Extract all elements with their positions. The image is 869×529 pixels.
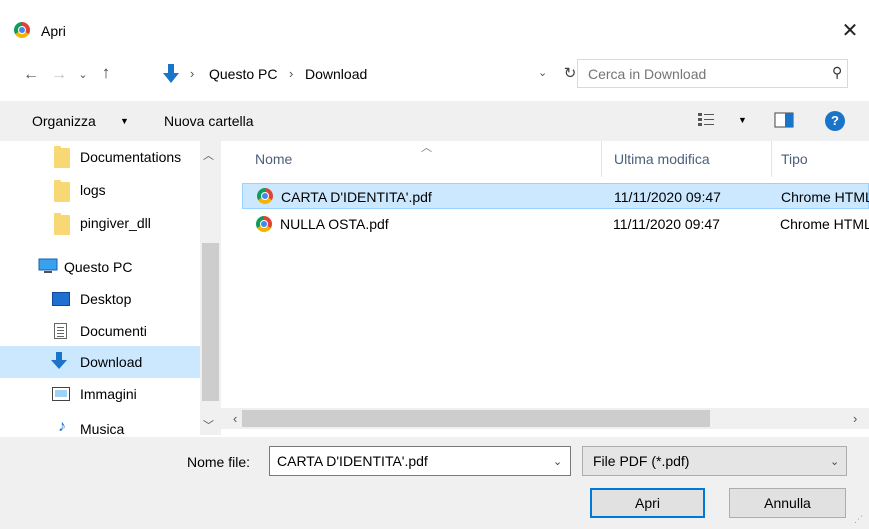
column-header-name[interactable]: Nome <box>255 150 292 168</box>
music-icon: ♪ <box>58 418 66 435</box>
forward-button[interactable]: → <box>48 65 70 85</box>
caret-down-icon: ▼ <box>120 116 129 126</box>
recent-locations-button[interactable]: ⌄ <box>75 65 91 85</box>
up-button[interactable]: ↑ <box>96 63 116 85</box>
sidebar-item-label: Musica <box>80 421 125 437</box>
filename-input[interactable] <box>277 452 537 470</box>
desktop-icon <box>52 292 70 306</box>
search-icon[interactable]: ⚲ <box>832 64 848 82</box>
chevron-right-icon[interactable]: › <box>853 411 857 426</box>
file-row[interactable]: CARTA D'IDENTITA'.pdf 11/11/2020 09:47 C… <box>242 183 869 209</box>
column-divider[interactable] <box>771 141 772 177</box>
close-button[interactable]: ✕ <box>836 18 864 44</box>
computer-icon <box>38 258 58 273</box>
file-name: NULLA OSTA.pdf <box>280 216 389 232</box>
sidebar-item-label: logs <box>80 182 106 198</box>
back-button[interactable]: ← <box>20 65 42 85</box>
sidebar-item-desktop[interactable]: Desktop <box>0 283 200 315</box>
chrome-pdf-icon <box>256 216 272 232</box>
folder-icon <box>54 213 70 235</box>
sidebar-item-label: Questo PC <box>64 259 133 275</box>
caret-down-icon[interactable]: ▼ <box>738 115 747 125</box>
file-name: CARTA D'IDENTITA'.pdf <box>281 189 432 205</box>
chevron-down-icon[interactable]: ⌄ <box>830 455 839 468</box>
breadcrumb-download[interactable]: Download <box>305 65 367 83</box>
organize-button[interactable]: Organizza <box>32 112 96 130</box>
folder-icon <box>54 146 70 168</box>
download-arrow-icon <box>163 64 179 83</box>
column-header-type[interactable]: Tipo <box>781 150 808 168</box>
help-icon[interactable]: ? <box>825 111 845 131</box>
column-header-modified[interactable]: Ultima modifica <box>614 150 710 168</box>
file-type: Chrome HTML <box>781 189 869 205</box>
view-options-icon[interactable] <box>698 112 714 128</box>
documents-icon <box>54 323 67 339</box>
resize-grip-icon[interactable]: ⋰ <box>854 514 863 525</box>
navigation-pane: Documentations logs pingiver_dll Questo … <box>0 141 214 437</box>
sort-ascending-icon: ︿ <box>421 142 432 154</box>
breadcrumb-questo-pc[interactable]: Questo PC <box>209 65 277 83</box>
breadcrumb-separator: › <box>289 66 294 81</box>
filename-label: Nome file: <box>187 454 251 470</box>
file-row[interactable]: NULLA OSTA.pdf 11/11/2020 09:47 Chrome H… <box>242 211 869 237</box>
chevron-down-icon[interactable]: ⌄ <box>538 66 552 79</box>
sidebar-item-label: Desktop <box>80 291 132 307</box>
sidebar-item-immagini[interactable]: Immagini <box>0 378 200 410</box>
chevron-down-icon[interactable]: ⌄ <box>553 455 562 468</box>
file-type: Chrome HTML <box>780 216 869 232</box>
sidebar-item-label: Download <box>80 354 143 370</box>
sidebar-item-questo-pc[interactable]: Questo PC <box>0 251 200 283</box>
sidebar-item-label: pingiver_dll <box>80 215 151 231</box>
filetype-value: File PDF (*.pdf) <box>593 453 690 469</box>
chevron-down-icon[interactable]: ﹀ <box>203 417 214 433</box>
file-modified: 11/11/2020 09:47 <box>613 216 720 232</box>
chrome-pdf-icon <box>257 188 273 204</box>
window-title: Apri <box>41 23 66 39</box>
sidebar-item-label: Immagini <box>80 386 137 402</box>
chrome-icon <box>14 22 30 38</box>
open-button[interactable]: Apri <box>590 488 705 518</box>
new-folder-button[interactable]: Nuova cartella <box>164 112 254 130</box>
download-arrow-icon <box>51 352 67 369</box>
sidebar-scrollbar-thumb[interactable] <box>202 243 219 401</box>
title-bar <box>0 0 869 46</box>
chevron-up-icon[interactable]: ︿ <box>203 147 214 163</box>
sidebar-item-pingiver-dll[interactable]: pingiver_dll <box>0 207 200 239</box>
file-list-scrollbar-thumb[interactable] <box>242 410 710 427</box>
column-divider[interactable] <box>601 141 602 177</box>
sidebar-item-label: Documentations <box>80 149 182 165</box>
folder-icon <box>54 180 70 202</box>
file-modified: 11/11/2020 09:47 <box>614 189 721 205</box>
sidebar-item-musica[interactable]: ♪ Musica <box>0 410 200 438</box>
sidebar-item-documentations[interactable]: Documentations <box>0 141 200 173</box>
chevron-left-icon[interactable]: ‹ <box>233 411 237 426</box>
preview-pane-icon[interactable] <box>774 112 794 128</box>
sidebar-item-logs[interactable]: logs <box>0 173 200 205</box>
breadcrumb-separator: › <box>190 66 195 81</box>
sidebar-item-documenti[interactable]: Documenti <box>0 315 200 347</box>
sidebar-item-download[interactable]: Download <box>0 346 200 378</box>
search-input[interactable] <box>588 65 808 83</box>
sidebar-item-label: Documenti <box>80 323 147 339</box>
cancel-button[interactable]: Annulla <box>729 488 846 518</box>
pictures-icon <box>52 387 70 401</box>
